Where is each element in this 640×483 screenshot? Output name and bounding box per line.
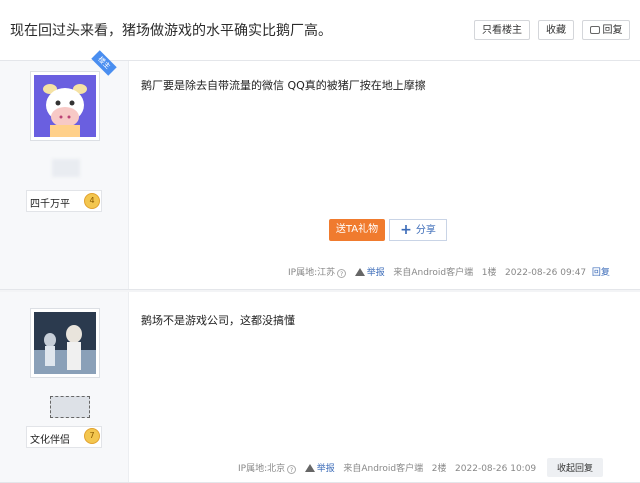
username[interactable]: 文化伴侣 [30, 431, 70, 446]
floor: 1楼 [481, 268, 497, 278]
only-op-button[interactable]: 只看楼主 [474, 20, 530, 40]
post-1: 楼主 四千万平 4 鹅厂要是除去自带流量的微信 QQ真的被猪厂按在地上摩擦 送T… [0, 50, 640, 290]
avatar[interactable] [30, 71, 100, 141]
post-content: 鹅厂要是除去自带流量的微信 QQ真的被猪厂按在地上摩擦 [141, 79, 426, 92]
ip-location: IP属地:江苏 [288, 268, 336, 278]
source: 来自Android客户端 [343, 464, 424, 474]
avatar[interactable] [30, 308, 100, 378]
source: 来自Android客户端 [393, 268, 474, 278]
report-link[interactable]: 举报 [367, 268, 385, 278]
warning-icon [354, 268, 365, 276]
ip-location: IP属地:北京 [238, 464, 286, 474]
post-meta: IP属地:江苏? 举报 来自Android客户端 1楼 2022-08-26 0… [288, 265, 610, 278]
level-badge-icon[interactable]: 4 [84, 193, 100, 209]
reply-button[interactable]: 回复 [582, 20, 630, 40]
favorite-button[interactable]: 收藏 [538, 20, 574, 40]
author-column: 楼主 四千万平 4 [0, 50, 129, 289]
cow-avatar-image [34, 75, 96, 137]
warning-icon [304, 464, 315, 472]
share-label: 分享 [415, 225, 436, 236]
timestamp: 2022-08-26 10:09 [455, 464, 537, 474]
username[interactable]: 四千万平 [30, 195, 70, 210]
collapse-reply-button[interactable]: 收起回复 [547, 458, 604, 477]
post-content: 鹅场不是游戏公司，这都没搞懂 [141, 314, 295, 327]
thread-title: 现在回过头来看，猪场做游戏的水平确实比鹅厂高。 [10, 23, 332, 39]
thread-header: 现在回过头来看，猪场做游戏的水平确实比鹅厂高。 只看楼主 收藏 回复 [0, 0, 640, 61]
gift-button[interactable]: 送TA礼物 [329, 219, 385, 241]
blurred-icon [50, 396, 90, 418]
blurred-icon [52, 159, 80, 177]
post-meta: IP属地:北京? 举报 来自Android客户端 2楼 2022-08-26 1… [238, 458, 604, 477]
reply-link[interactable]: 回复 [592, 268, 610, 278]
anime-avatar-image [34, 312, 96, 374]
reply-icon [589, 26, 600, 34]
timestamp: 2022-08-26 09:47 [505, 268, 587, 278]
share-button[interactable]: + 分享 [389, 219, 447, 241]
plus-icon: + [400, 222, 412, 238]
floor: 2楼 [431, 464, 447, 474]
question-icon[interactable]: ? [287, 465, 297, 474]
reply-button-label: 回复 [602, 25, 623, 36]
author-column: 文化伴侣 7 [0, 292, 129, 482]
level-badge-icon[interactable]: 7 [84, 428, 100, 444]
question-icon[interactable]: ? [337, 269, 347, 278]
post-2: 文化伴侣 7 鹅场不是游戏公司，这都没搞懂 IP属地:北京? 举报 来自Andr… [0, 292, 640, 483]
report-link[interactable]: 举报 [317, 464, 335, 474]
